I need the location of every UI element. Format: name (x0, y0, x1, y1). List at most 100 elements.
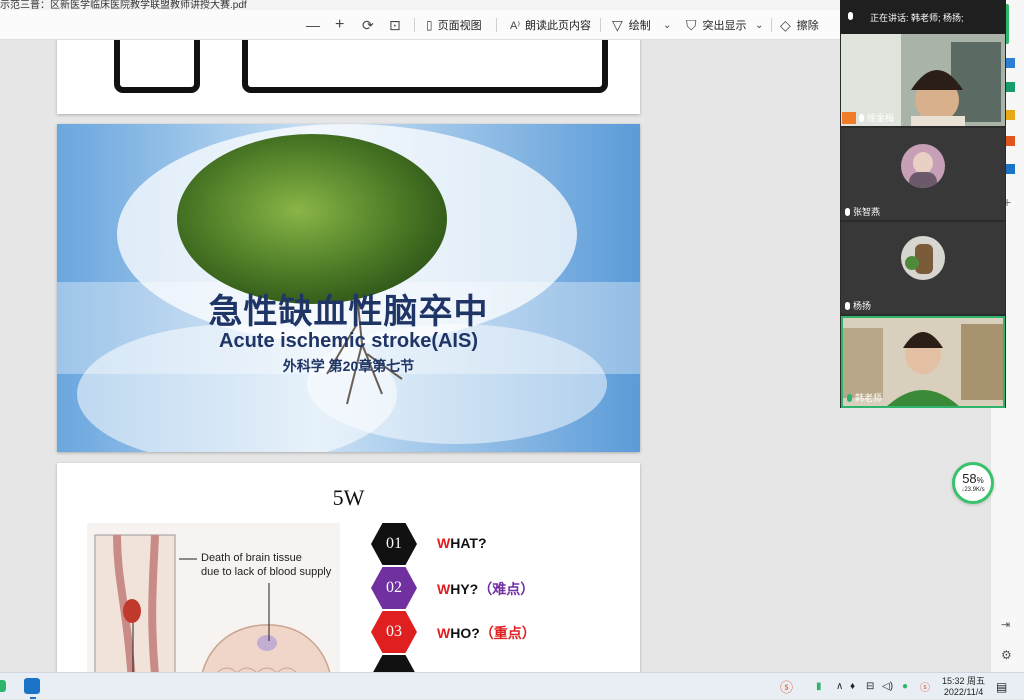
notification-icon[interactable]: ▤ (996, 673, 1007, 700)
fit-page-button[interactable]: ⊡ (389, 10, 401, 40)
mic-icon (848, 12, 853, 20)
caption-line-2: due to lack of blood supply (201, 566, 332, 578)
fit-page-icon: ⊡ (389, 16, 401, 33)
w-item-label: WHAT? (437, 535, 487, 551)
page-previous-graphic (114, 40, 608, 93)
gear-icon[interactable]: ⚙ (1001, 648, 1012, 662)
highlight-button[interactable]: ⛉ 突出显示 (686, 10, 747, 40)
taskbar: ⓢ ▮ ∧ ♦ ⊟ ◁) ● ⓢ 15:32 周五 2022/11/4 ▤ (0, 672, 1024, 699)
toolbar-divider (414, 18, 415, 32)
participant-tile-2[interactable]: 张智燕 (841, 128, 1005, 220)
chevron-down-icon: ⌄ (663, 19, 672, 31)
app-icon[interactable] (1005, 82, 1015, 92)
damaged-tissue (257, 635, 277, 651)
w-item-first-letter: W (437, 625, 451, 641)
participant-name: 张智燕 (853, 207, 881, 217)
tray-app-icon[interactable]: ⓢ (920, 673, 930, 700)
participant-tile-1[interactable]: 徐金梅 (841, 34, 1005, 126)
clock[interactable]: 15:32 周五 2022/11/4 (942, 673, 985, 700)
pdf-viewer[interactable]: 急性缺血性脑卒中 Acute ischemic stroke(AIS) 外科学 … (0, 40, 840, 672)
participant-tile-3[interactable]: 杨扬 (841, 222, 1005, 314)
app-icon[interactable] (1005, 58, 1015, 68)
mic-active-icon (847, 393, 852, 402)
highlight-label: 突出显示 (702, 20, 747, 32)
participant-label: 杨扬 (845, 299, 871, 312)
w-item-number-badge: 03 (371, 611, 417, 653)
w-item-number-badge: 02 (371, 567, 417, 609)
highlighter-icon: ⛉ (686, 16, 697, 33)
highlight-dropdown[interactable]: ⌄ (755, 10, 763, 40)
zoom-in-icon: + (335, 16, 345, 33)
eraser-icon: ◇ (780, 16, 791, 33)
clock-time: 15:32 周五 (942, 675, 986, 686)
app-icon[interactable] (1005, 136, 1015, 146)
illustration-caption: Death of brain tissue due to lack of blo… (201, 551, 331, 579)
tray-app-icon[interactable]: ● (902, 673, 908, 700)
zoom-out-icon: — (306, 17, 320, 33)
zoom-out-button[interactable]: — (306, 10, 320, 40)
blood-clot (123, 599, 141, 623)
mic-icon (859, 113, 864, 122)
draw-button[interactable]: ▽ 绘制 (612, 10, 651, 40)
pdf-page-cover-slide: 急性缺血性脑卒中 Acute ischemic stroke(AIS) 外科学 … (57, 124, 640, 452)
slide-5w-title: 5W (332, 485, 365, 510)
brain-artery-graphic (94, 534, 331, 672)
volume-icon[interactable]: ◁) (882, 673, 893, 700)
tray-app-icon[interactable]: ⓢ (780, 673, 793, 700)
dark-frame-right (242, 40, 608, 93)
mic-tray-icon[interactable]: ♦ (850, 673, 855, 700)
w-item-first-letter: W (437, 535, 451, 551)
window-title-bar: 示范三普：区新医学临床医院教学联盟教师讲授大赛.pdf (0, 0, 840, 10)
meeting-app-icon[interactable] (24, 678, 40, 694)
w-item-rest: HO? (450, 625, 480, 641)
page-view-button[interactable]: ▯ 页面视图 (426, 10, 482, 40)
meeting-window: 正在讲话: 韩老师; 杨扬; 徐金梅 张智燕 杨扬 韩老师 (840, 0, 1006, 408)
dark-frame-left (114, 40, 200, 93)
sidebar-toggle-icon[interactable]: ⇥ (1001, 618, 1010, 631)
pdf-page-5w-slide: 5W Death of brain tissue due to lack of … (57, 463, 640, 672)
app-icon[interactable] (1005, 110, 1015, 120)
participant-name: 杨扬 (853, 301, 872, 311)
network-speed-widget[interactable]: 58% ↓23.9K/s (952, 462, 994, 504)
network-percent: 58% (962, 471, 984, 486)
erase-label: 擦除 (796, 20, 819, 32)
app-icon[interactable] (0, 680, 6, 692)
draw-icon: ▽ (612, 16, 623, 33)
chevron-up-icon[interactable]: ∧ (836, 673, 843, 700)
w-item-label: WHY?（难点） (437, 579, 534, 599)
draw-dropdown[interactable]: ⌄ (663, 10, 671, 40)
w-item-rest: HY? (450, 581, 479, 597)
avatar (901, 144, 945, 188)
w-item-number-badge: 01 (371, 523, 417, 565)
network-icon[interactable]: ⊟ (866, 673, 874, 700)
zoom-in-button[interactable]: + (335, 10, 344, 40)
page-view-icon: ▯ (426, 18, 433, 32)
pdf-toolbar: — + ⟳ ⊡ ▯ 页面视图 A⁾ 朗读此页内容 ▽ 绘制 ⌄ ⛉ 突出显示 ⌄ ◇ 擦除 (0, 10, 840, 40)
network-speed: ↓23.9K/s (961, 487, 985, 493)
page-view-label: 页面视图 (437, 20, 482, 32)
participant-tile-4[interactable]: 韩老师 (841, 316, 1005, 408)
host-icon (842, 111, 856, 124)
read-aloud-button[interactable]: A⁾ 朗读此页内容 (510, 10, 591, 40)
rotate-icon: ⟳ (362, 16, 374, 33)
clock-date: 2022/11/4 (943, 686, 984, 697)
speaking-indicator: 正在讲话: 韩老师; 杨扬; (870, 13, 964, 23)
w-item-label: WHO?（重点） (437, 623, 536, 643)
cover-title-cn: 急性缺血性脑卒中 (208, 293, 489, 331)
participant-name: 韩老师 (855, 393, 883, 403)
participant-name: 徐金梅 (867, 113, 895, 123)
rotate-button[interactable]: ⟳ (362, 10, 374, 40)
app-icon[interactable] (1005, 164, 1015, 174)
read-aloud-icon: A⁾ (510, 19, 521, 32)
meeting-header: 正在讲话: 韩老师; 杨扬; (840, 0, 1006, 34)
toolbar-divider (771, 18, 772, 32)
read-aloud-label: 朗读此页内容 (525, 20, 592, 32)
mic-icon (845, 207, 850, 216)
window-title: 示范三普：区新医学临床医院教学联盟教师讲授大赛.pdf (0, 0, 247, 10)
tree-canopy (177, 134, 447, 304)
erase-button[interactable]: ◇ 擦除 (780, 10, 819, 40)
pdf-page-previous (57, 40, 640, 114)
chevron-down-icon: ⌄ (755, 19, 764, 31)
battery-icon[interactable]: ▮ (816, 673, 822, 700)
w-item-number-badge (371, 655, 417, 672)
